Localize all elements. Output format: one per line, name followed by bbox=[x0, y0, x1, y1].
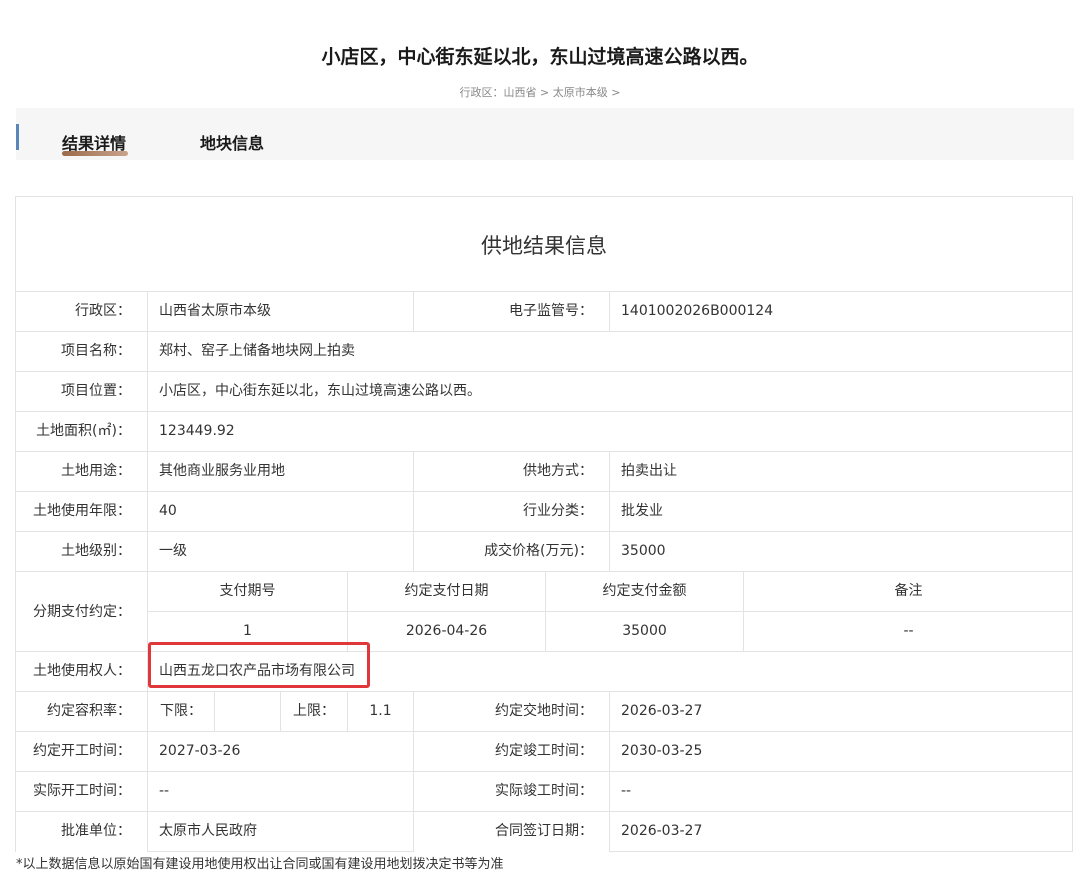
active-tab-underline bbox=[62, 151, 128, 156]
footnote: *以上数据信息以原始国有建设用地使用权出让合同或国有建设用地划拨决定书等为准 bbox=[16, 857, 504, 872]
far-lower-value bbox=[214, 692, 280, 731]
finish-label: 约定竣工时间： bbox=[413, 732, 609, 771]
page-title: 小店区，中心街东延以北，东山过境高速公路以西。 bbox=[321, 46, 759, 68]
area-value: 123449.92 bbox=[147, 412, 1072, 451]
row-grade: 土地级别： 一级 成交价格(万元)： 35000 bbox=[16, 532, 1072, 572]
price-value: 35000 bbox=[609, 532, 1072, 571]
tab-bar: 结果详情 地块信息 bbox=[16, 108, 1074, 160]
far-lower-label: 下限： bbox=[147, 692, 214, 731]
term-label: 土地使用年限： bbox=[16, 492, 147, 531]
result-info-panel: 供地结果信息 行政区： 山西省太原市本级 电子监管号： 1401002026B0… bbox=[15, 196, 1073, 852]
tab-parcel-info[interactable]: 地块信息 bbox=[200, 130, 264, 154]
far-upper-value: 1.1 bbox=[347, 692, 413, 731]
far-upper-label: 上限： bbox=[280, 692, 347, 731]
land-use-value: 其他商业服务业用地 bbox=[147, 452, 413, 491]
row-owner: 土地使用权人： 山西五龙口农产品市场有限公司 bbox=[16, 652, 1072, 692]
location-value: 小店区，中心街东延以北，东山过境高速公路以西。 bbox=[147, 372, 1072, 411]
project-name-label: 项目名称： bbox=[16, 332, 147, 371]
installment-label: 分期支付约定： bbox=[16, 572, 147, 652]
installment-header-amount: 约定支付金额 bbox=[545, 572, 743, 611]
district-label: 行政区： bbox=[16, 292, 147, 331]
row-agreed-dates: 约定开工时间： 2027-03-26 约定竣工时间： 2030-03-25 bbox=[16, 732, 1072, 772]
project-name-value: 郑村、窑子上储备地块网上拍卖 bbox=[147, 332, 1072, 371]
row-far: 约定容积率： 下限： 上限： 1.1 约定交地时间： 2026-03-27 bbox=[16, 692, 1072, 732]
breadcrumb[interactable]: 行政区：山西省 > 太原市本级 > bbox=[0, 84, 1080, 100]
installment-period: 1 bbox=[243, 623, 252, 639]
land-use-label: 土地用途： bbox=[16, 452, 147, 491]
contract-date-value: 2026-03-27 bbox=[609, 812, 1072, 852]
district-value: 山西省太原市本级 bbox=[147, 292, 413, 331]
row-project-name: 项目名称： 郑村、窑子上储备地块网上拍卖 bbox=[16, 332, 1072, 372]
term-value: 40 bbox=[147, 492, 413, 531]
installment-table: 支付期号 约定支付日期 约定支付金额 备注 1 2026-04-26 35000… bbox=[147, 572, 1072, 652]
row-term: 土地使用年限： 40 行业分类： 批发业 bbox=[16, 492, 1072, 532]
actual-start-label: 实际开工时间： bbox=[16, 772, 147, 811]
far-label: 约定容积率： bbox=[16, 692, 147, 731]
row-actual-dates: 实际开工时间： -- 实际竣工时间： -- bbox=[16, 772, 1072, 812]
price-label: 成交价格(万元)： bbox=[413, 532, 609, 571]
installment-header-row: 支付期号 约定支付日期 约定支付金额 备注 bbox=[148, 572, 1072, 612]
location-label: 项目位置： bbox=[16, 372, 147, 411]
supply-method-value: 拍卖出让 bbox=[609, 452, 1072, 491]
actual-start-value: -- bbox=[147, 772, 413, 811]
installment-date: 2026-04-26 bbox=[347, 612, 545, 652]
supervision-no-value: 1401002026B000124 bbox=[609, 292, 1072, 331]
finish-value: 2030-03-25 bbox=[609, 732, 1072, 771]
installment-amount: 35000 bbox=[545, 612, 743, 652]
row-district: 行政区： 山西省太原市本级 电子监管号： 1401002026B000124 bbox=[16, 292, 1072, 332]
tab-bar-accent bbox=[16, 124, 19, 150]
grade-value: 一级 bbox=[147, 532, 413, 571]
contract-date-label: 合同签订日期： bbox=[413, 812, 609, 852]
actual-finish-label: 实际竣工时间： bbox=[413, 772, 609, 811]
row-land-use: 土地用途： 其他商业服务业用地 供地方式： 拍卖出让 bbox=[16, 452, 1072, 492]
supervision-no-label: 电子监管号： bbox=[413, 292, 609, 331]
installment-header-period: 支付期号 bbox=[219, 583, 276, 599]
start-value: 2027-03-26 bbox=[147, 732, 413, 771]
installment-remark: -- bbox=[743, 612, 1073, 652]
row-approver: 批准单位： 太原市人民政府 合同签订日期： 2026-03-27 bbox=[16, 812, 1072, 852]
industry-value: 批发业 bbox=[609, 492, 1072, 531]
actual-finish-value: -- bbox=[609, 772, 1072, 811]
row-location: 项目位置： 小店区，中心街东延以北，东山过境高速公路以西。 bbox=[16, 372, 1072, 412]
start-label: 约定开工时间： bbox=[16, 732, 147, 771]
delivery-value: 2026-03-27 bbox=[609, 692, 1072, 731]
industry-label: 行业分类： bbox=[413, 492, 609, 531]
section-title: 供地结果信息 bbox=[16, 197, 1072, 292]
approver-value: 太原市人民政府 bbox=[147, 812, 413, 852]
approver-label: 批准单位： bbox=[16, 812, 147, 852]
row-area: 土地面积(㎡)： 123449.92 bbox=[16, 412, 1072, 452]
grade-label: 土地级别： bbox=[16, 532, 147, 571]
installment-header-date: 约定支付日期 bbox=[347, 572, 545, 611]
supply-method-label: 供地方式： bbox=[413, 452, 609, 491]
owner-value: 山西五龙口农产品市场有限公司 bbox=[147, 652, 1072, 691]
installment-header-remark: 备注 bbox=[743, 572, 1073, 611]
installment-data-row: 1 2026-04-26 35000 -- bbox=[148, 612, 1072, 652]
delivery-label: 约定交地时间： bbox=[413, 692, 609, 731]
area-label: 土地面积(㎡)： bbox=[16, 412, 147, 451]
owner-label: 土地使用权人： bbox=[16, 652, 147, 691]
